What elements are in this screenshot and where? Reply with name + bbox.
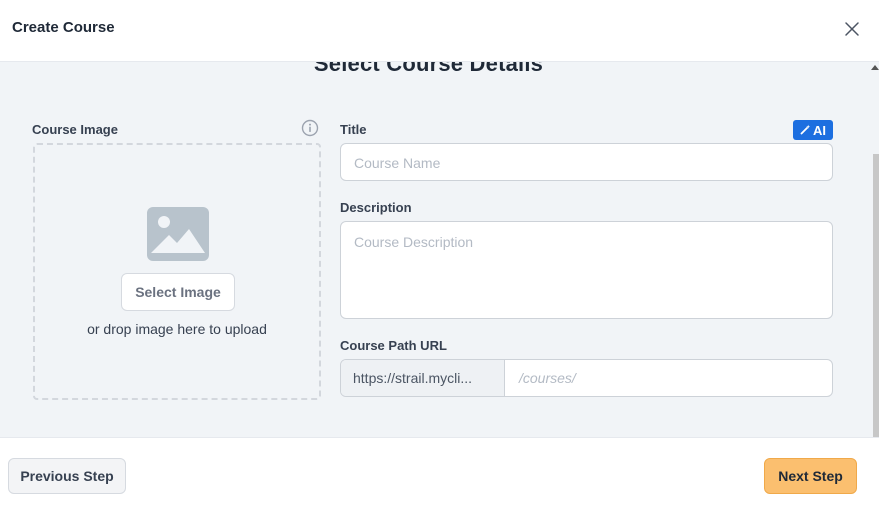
drop-hint-text: or drop image here to upload [87,321,267,337]
image-dropzone[interactable]: Select Image or drop image here to uploa… [33,143,321,400]
modal-body: Select Course Details Course Image Selec… [0,61,879,437]
course-title-input[interactable]: Course Name [340,143,833,181]
title-label: Title [340,122,367,137]
url-prefix: https://strail.mycli... [341,360,505,396]
course-description-textarea[interactable]: Course Description [340,221,833,319]
course-path-url-input[interactable]: /courses/ [506,360,832,396]
course-path-url-label: Course Path URL [340,338,447,353]
magic-wand-icon [800,123,811,138]
select-image-button[interactable]: Select Image [121,273,235,311]
scrollbar-thumb[interactable] [873,154,879,437]
modal-header: Create Course [0,0,879,62]
course-path-url-group: https://strail.mycli... /courses/ [340,359,833,397]
modal-footer: Previous Step Next Step [0,437,879,505]
course-description-placeholder: Course Description [354,234,474,250]
ai-badge-label: AI [813,122,826,138]
modal-title: Create Course [12,19,115,36]
course-title-placeholder: Course Name [354,155,441,171]
step-heading: Select Course Details [313,61,544,76]
info-icon[interactable] [301,119,319,137]
close-icon[interactable] [843,20,861,38]
image-placeholder-icon [147,207,209,261]
ai-generate-button[interactable]: AI [793,120,833,140]
previous-step-button[interactable]: Previous Step [8,458,126,494]
next-step-button[interactable]: Next Step [764,458,857,494]
description-label: Description [340,200,412,215]
course-image-label: Course Image [32,122,118,137]
scrollbar-up-arrow[interactable] [871,65,879,70]
